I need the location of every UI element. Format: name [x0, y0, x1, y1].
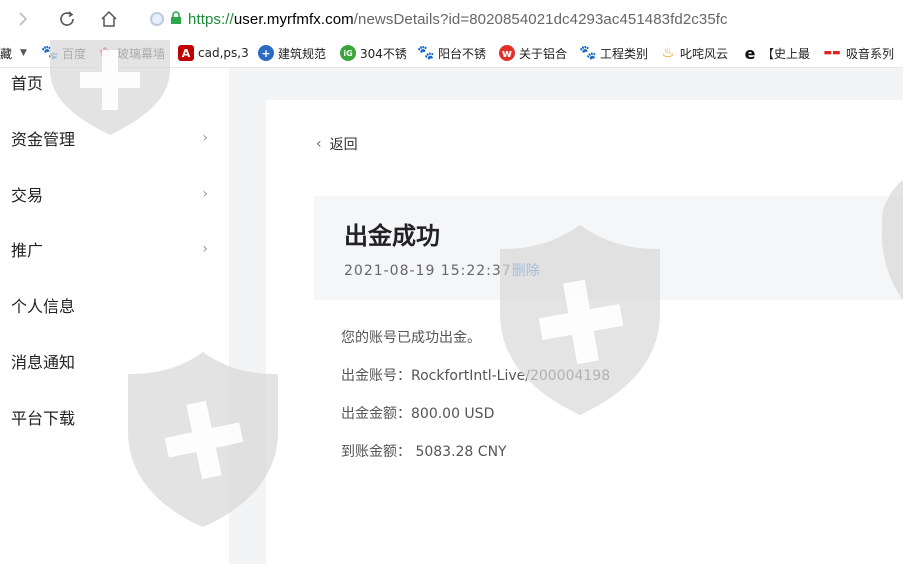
letter-a-icon: A: [178, 45, 194, 61]
bookmark-item[interactable]: 收藏▼: [0, 43, 27, 63]
cross-circle-icon: +: [258, 45, 274, 61]
reload-icon[interactable]: [56, 8, 78, 30]
ie-icon: e: [744, 43, 756, 63]
message-line: 出金账号：RockfortIntl-Live/200004198: [341, 368, 611, 384]
sidebar-item-label: 个人信息: [11, 297, 76, 316]
message-timestamp: 2021-08-19 15:22:37: [344, 263, 512, 279]
bookmark-item[interactable]: ▬▬ 吸音系列: [822, 43, 894, 63]
bookmark-item[interactable]: ♨ 叱咤风云: [660, 43, 728, 63]
browser-toolbar: https://user.myrfmfx.com/newsDetails?id=…: [0, 0, 903, 38]
sidebar-item-funds[interactable]: 资金管理 ›: [11, 123, 216, 153]
baidu-paw-icon: 🐾: [41, 45, 59, 61]
main-content: ‹ 返回 出金成功 2021-08-19 15:22:37删除 您的账号已成功出…: [229, 68, 903, 570]
baidu-paw-icon: 🐾: [417, 45, 435, 61]
bookmark-item[interactable]: 🐾 百度: [41, 43, 86, 63]
chevron-right-icon: ›: [202, 241, 208, 257]
flame-icon: ♨: [661, 45, 675, 61]
flower-icon: ✿: [99, 45, 111, 61]
logo-red-icon: ▬▬: [823, 48, 841, 58]
back-label: 返回: [329, 137, 358, 153]
sidebar-item-label: 资金管理: [11, 130, 76, 149]
sidebar-item-label: 消息通知: [11, 353, 76, 372]
message-meta: 2021-08-19 15:22:37删除: [344, 260, 540, 280]
site-info-icon[interactable]: [150, 12, 164, 26]
chevron-right-icon: ›: [202, 186, 208, 202]
bookmark-item[interactable]: 🐾 工程类别: [579, 43, 648, 63]
sidebar: 首页 资金管理 › 交易 › 推广 › 个人信息 消息通知 平台下载: [0, 68, 229, 564]
sidebar-item-promotion[interactable]: 推广 ›: [11, 234, 216, 264]
baidu-paw-icon: 🐾: [579, 45, 597, 61]
bookmark-item[interactable]: 🐾 阳台不锈: [417, 43, 486, 63]
weibo-icon: w: [499, 45, 515, 61]
message-line: 到账金额： 5083.28 CNY: [341, 444, 507, 460]
bookmark-item[interactable]: e 【史上最: [742, 43, 810, 63]
sidebar-item-trade[interactable]: 交易 ›: [11, 179, 216, 209]
sidebar-item-home[interactable]: 首页: [11, 67, 216, 97]
sidebar-item-profile[interactable]: 个人信息: [11, 290, 216, 320]
bookmarks-bar: 收藏▼ 🐾百度 ✿玻璃幕墙 Acad,ps,3 +建筑规范 iG304不锈 🐾阳…: [0, 38, 903, 68]
message-line: 出金金额：800.00 USD: [341, 406, 495, 422]
delete-link[interactable]: 删除: [512, 263, 540, 279]
message-title: 出金成功: [344, 222, 440, 250]
forward-icon[interactable]: [12, 8, 34, 30]
bookmark-item[interactable]: Acad,ps,3: [178, 43, 249, 63]
caret-down-icon: ▼: [20, 48, 27, 58]
green-circle-icon: iG: [340, 45, 356, 61]
sidebar-item-label: 首页: [11, 74, 44, 93]
sidebar-item-download[interactable]: 平台下载: [11, 402, 216, 432]
url-text[interactable]: https://user.myrfmfx.com/newsDetails?id=…: [188, 11, 728, 28]
sidebar-item-notifications[interactable]: 消息通知: [11, 346, 216, 376]
sidebar-item-label: 平台下载: [11, 409, 76, 428]
message-card: ‹ 返回 出金成功 2021-08-19 15:22:37删除 您的账号已成功出…: [266, 100, 903, 570]
sidebar-item-label: 推广: [11, 241, 44, 260]
back-button[interactable]: ‹ 返回: [316, 134, 358, 154]
lock-icon: [170, 10, 182, 29]
home-icon[interactable]: [98, 8, 120, 30]
bookmark-item[interactable]: w 关于铝合: [499, 43, 567, 63]
message-body: 您的账号已成功出金。 出金账号：RockfortIntl-Live/200004…: [341, 328, 610, 480]
bookmark-item[interactable]: + 建筑规范: [258, 43, 326, 63]
chevron-left-icon: ‹: [316, 136, 322, 152]
message-line: 您的账号已成功出金。: [341, 330, 481, 346]
bookmark-item[interactable]: iG 304不锈: [340, 43, 407, 63]
bookmark-item[interactable]: ✿ 玻璃幕墙: [97, 43, 165, 63]
message-header: 出金成功 2021-08-19 15:22:37删除: [314, 196, 903, 300]
address-bar[interactable]: https://user.myrfmfx.com/newsDetails?id=…: [140, 6, 903, 32]
sidebar-item-label: 交易: [11, 186, 44, 205]
chevron-right-icon: ›: [202, 130, 208, 146]
